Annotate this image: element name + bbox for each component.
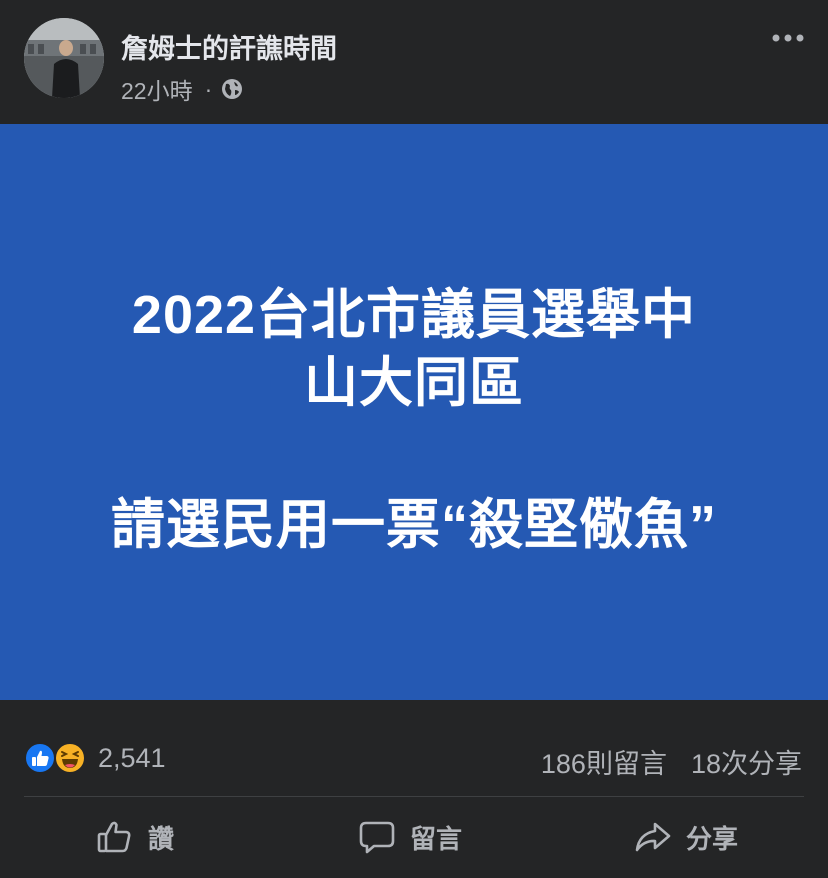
reaction-count: 2,541 [98,742,166,773]
facebook-post: 詹姆士的訐譙時間 22小時 · 2022台北市議員選舉中 山大同區 請選民用一票… [0,0,828,878]
comment-label: 留言 [410,823,463,854]
like-button[interactable]: 讚 [96,818,174,856]
page-avatar[interactable] [24,18,104,98]
image-text-line-2: 山大同區 [304,353,524,413]
action-bar: 讚 留言 分享 [0,798,828,878]
haha-reaction-icon [54,742,86,774]
share-arrow-icon [635,822,671,852]
share-button[interactable]: 分享 [634,818,738,856]
like-reaction-icon [24,742,56,774]
share-count[interactable]: 18次分享 [691,742,802,781]
post-header: 詹姆士的訐譙時間 22小時 · [0,0,828,124]
comment-count[interactable]: 186則留言 [541,742,667,781]
reaction-summary[interactable]: 2,541 [24,740,166,776]
share-label: 分享 [686,823,739,854]
post-image[interactable]: 2022台北市議員選舉中 山大同區 請選民用一票“殺堅儆魚” [0,124,828,700]
image-text-line-3: 請選民用一票“殺堅儆魚” [111,495,717,555]
globe-icon [220,77,244,101]
more-options-icon[interactable] [770,26,806,50]
avatar-photo [24,18,104,98]
thumbs-up-icon [97,821,131,853]
like-label: 讚 [148,823,175,854]
post-meta: 22小時 · [121,72,244,106]
page-name[interactable]: 詹姆士的訐譙時間 [121,27,337,66]
comment-button[interactable]: 留言 [358,818,462,856]
engagement-counts: 186則留言 18次分享 [541,742,802,781]
comment-bubble-icon [359,821,395,854]
reaction-icons [24,740,92,776]
post-timestamp[interactable]: 22小時 [121,72,193,106]
divider [24,796,804,797]
meta-separator: · [204,75,213,102]
